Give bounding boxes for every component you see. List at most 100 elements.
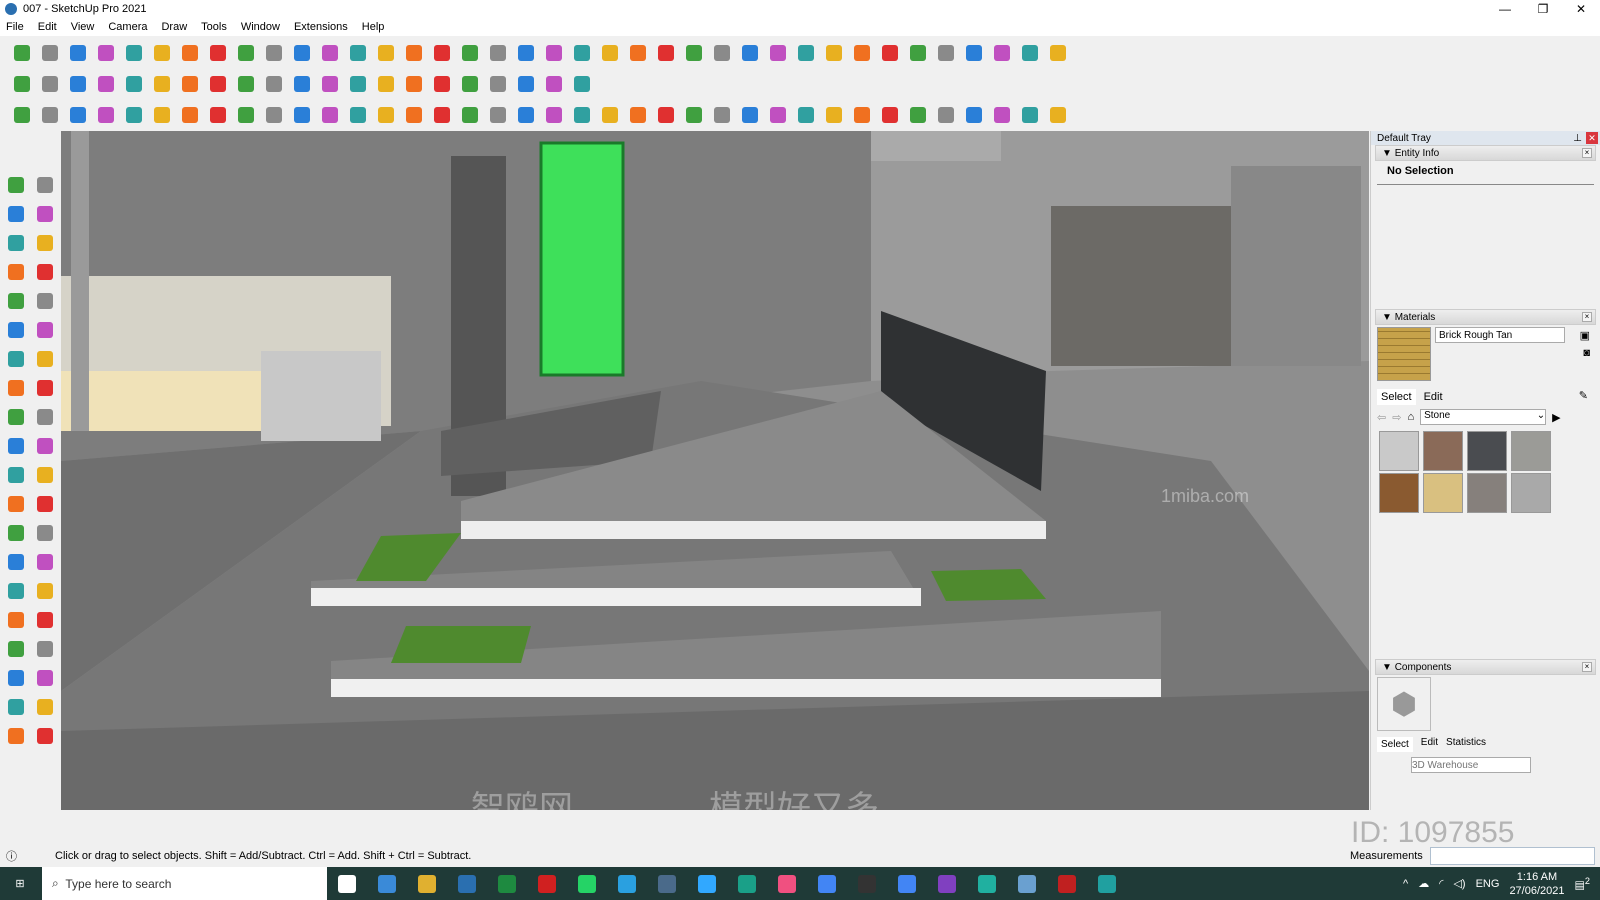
tool-button-icon[interactable] [850, 103, 874, 127]
tool-button-icon[interactable] [262, 72, 286, 96]
tool-button-icon[interactable] [402, 72, 426, 96]
tool-button-icon[interactable] [514, 72, 538, 96]
warehouse-search[interactable] [1411, 757, 1531, 773]
tab-components-edit[interactable]: Edit [1421, 737, 1438, 752]
tool-button-icon[interactable] [2, 200, 30, 228]
material-swatch[interactable] [1467, 431, 1507, 471]
tool-button-icon[interactable] [150, 72, 174, 96]
tool-button-icon[interactable] [38, 72, 62, 96]
wifi-icon[interactable]: ◜ [1439, 877, 1443, 890]
tool-button-icon[interactable] [31, 606, 59, 634]
menu-view[interactable]: View [71, 21, 95, 33]
language-indicator[interactable]: ENG [1476, 878, 1500, 890]
tool-button-icon[interactable] [31, 432, 59, 460]
tool-button-icon[interactable] [850, 41, 874, 65]
library-dropdown[interactable]: Stone ⌄ [1420, 409, 1547, 425]
tool-button-icon[interactable] [318, 41, 342, 65]
tool-button-icon[interactable] [31, 635, 59, 663]
tool-button-icon[interactable] [2, 403, 30, 431]
tool-button-icon[interactable] [31, 548, 59, 576]
tool-button-icon[interactable] [570, 41, 594, 65]
tool-button-icon[interactable] [794, 41, 818, 65]
tab-materials-select[interactable]: Select [1377, 389, 1416, 405]
tool-button-icon[interactable] [458, 41, 482, 65]
tool-button-icon[interactable] [66, 72, 90, 96]
tool-button-icon[interactable] [31, 664, 59, 692]
menu-extensions[interactable]: Extensions [294, 21, 348, 33]
entity-info-header[interactable]: ▼ Entity Info × [1375, 145, 1596, 161]
tool-button-icon[interactable] [738, 103, 762, 127]
tool-button-icon[interactable] [31, 403, 59, 431]
tool-button-icon[interactable] [710, 41, 734, 65]
notifications-icon[interactable]: ▤2 [1575, 876, 1591, 892]
tool-button-icon[interactable] [402, 103, 426, 127]
material-swatch[interactable] [1379, 431, 1419, 471]
tool-button-icon[interactable] [122, 41, 146, 65]
tool-button-icon[interactable] [234, 72, 258, 96]
tool-button-icon[interactable] [2, 171, 30, 199]
tool-button-icon[interactable] [430, 72, 454, 96]
tool-button-icon[interactable] [598, 103, 622, 127]
tool-button-icon[interactable] [150, 41, 174, 65]
tool-button-icon[interactable] [178, 72, 202, 96]
tool-button-icon[interactable] [318, 72, 342, 96]
minimize-button[interactable]: — [1486, 0, 1524, 18]
tool-button-icon[interactable] [374, 72, 398, 96]
tool-button-icon[interactable] [486, 41, 510, 65]
taskbar-app-icon[interactable] [927, 867, 967, 900]
tool-button-icon[interactable] [542, 103, 566, 127]
tool-button-icon[interactable] [1046, 41, 1070, 65]
back-icon[interactable]: ⇦ [1377, 411, 1386, 424]
tool-button-icon[interactable] [430, 103, 454, 127]
tool-button-icon[interactable] [2, 258, 30, 286]
tool-button-icon[interactable] [962, 103, 986, 127]
menu-help[interactable]: Help [362, 21, 385, 33]
tool-button-icon[interactable] [934, 103, 958, 127]
tool-button-icon[interactable] [122, 72, 146, 96]
tool-button-icon[interactable] [346, 72, 370, 96]
taskbar-app-icon[interactable] [687, 867, 727, 900]
tool-button-icon[interactable] [10, 103, 34, 127]
tool-button-icon[interactable] [206, 72, 230, 96]
tool-button-icon[interactable] [66, 103, 90, 127]
cloud-icon[interactable]: ☁ [1418, 877, 1429, 890]
tool-button-icon[interactable] [2, 693, 30, 721]
measurements-field[interactable] [1430, 847, 1595, 865]
tool-button-icon[interactable] [2, 606, 30, 634]
tool-button-icon[interactable] [38, 41, 62, 65]
close-button[interactable]: ✕ [1562, 0, 1600, 18]
tool-button-icon[interactable] [1046, 103, 1070, 127]
details-icon[interactable]: ▶ [1552, 411, 1560, 424]
components-header[interactable]: ▼ Components × [1375, 659, 1596, 675]
tool-button-icon[interactable] [906, 103, 930, 127]
tool-button-icon[interactable] [682, 103, 706, 127]
tool-button-icon[interactable] [738, 41, 762, 65]
tool-button-icon[interactable] [346, 103, 370, 127]
tool-button-icon[interactable] [486, 72, 510, 96]
forward-icon[interactable]: ⇨ [1392, 411, 1401, 424]
tool-button-icon[interactable] [906, 41, 930, 65]
tool-button-icon[interactable] [262, 103, 286, 127]
menu-edit[interactable]: Edit [38, 21, 57, 33]
tool-button-icon[interactable] [1018, 103, 1042, 127]
material-swatch[interactable] [1423, 431, 1463, 471]
tool-button-icon[interactable] [31, 171, 59, 199]
tool-button-icon[interactable] [2, 432, 30, 460]
tool-button-icon[interactable] [2, 577, 30, 605]
tool-button-icon[interactable] [598, 41, 622, 65]
tool-button-icon[interactable] [31, 287, 59, 315]
tool-button-icon[interactable] [2, 490, 30, 518]
taskbar-app-icon[interactable] [487, 867, 527, 900]
tool-button-icon[interactable] [2, 664, 30, 692]
tool-button-icon[interactable] [31, 722, 59, 750]
tool-button-icon[interactable] [2, 229, 30, 257]
taskbar-app-icon[interactable] [1087, 867, 1127, 900]
tool-button-icon[interactable] [654, 41, 678, 65]
tool-button-icon[interactable] [542, 72, 566, 96]
tool-button-icon[interactable] [990, 41, 1014, 65]
tool-button-icon[interactable] [31, 577, 59, 605]
taskbar-app-icon[interactable] [607, 867, 647, 900]
tool-button-icon[interactable] [94, 103, 118, 127]
tool-button-icon[interactable] [318, 103, 342, 127]
tool-button-icon[interactable] [570, 103, 594, 127]
